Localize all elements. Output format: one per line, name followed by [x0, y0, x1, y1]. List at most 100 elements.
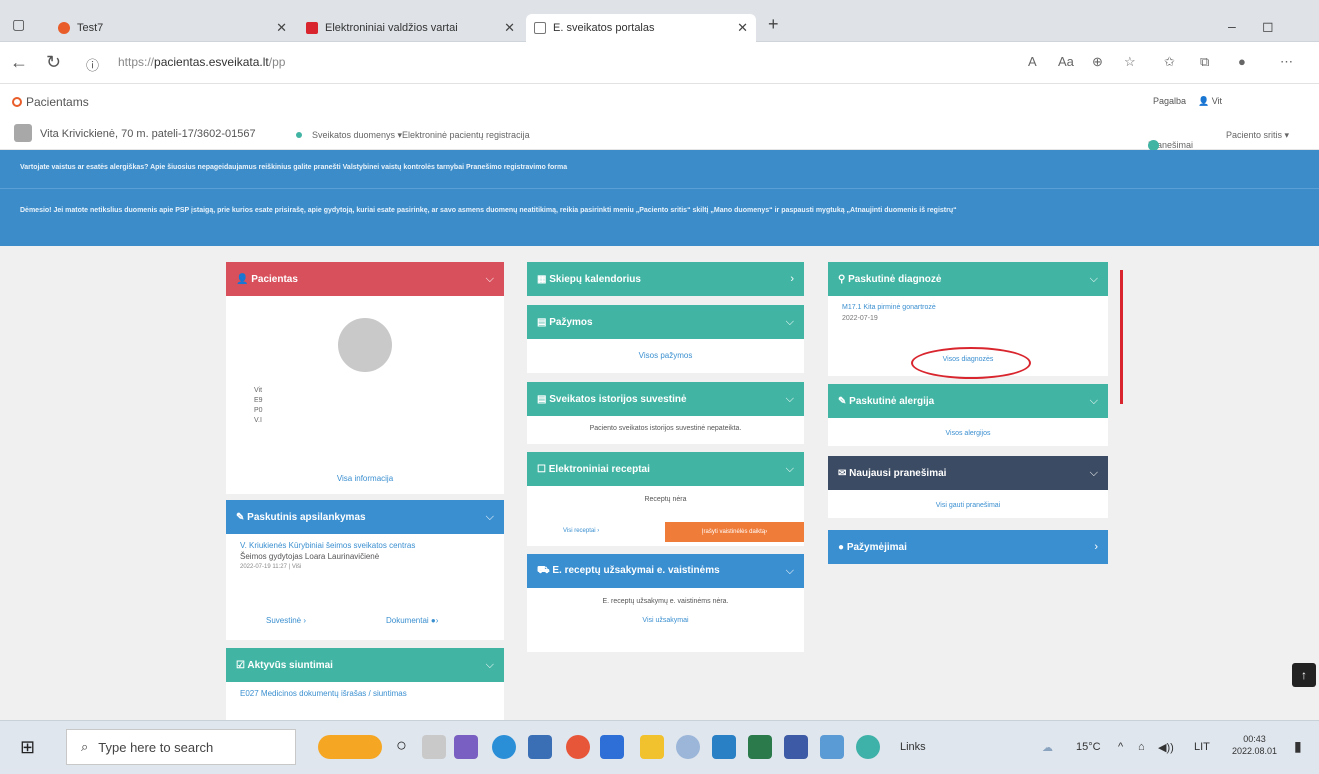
more-icon[interactable]: ⋯	[1280, 54, 1293, 70]
documents-label: Dokumentai	[386, 616, 429, 625]
patient-info: Vit E9 P0 V.I	[254, 386, 263, 426]
clock[interactable]: 00:43 2022.08.01	[1232, 733, 1277, 757]
favorites-icon[interactable]: ✩	[1164, 54, 1175, 70]
back-icon[interactable]: ←	[10, 52, 28, 73]
task-view-icon[interactable]: ○	[396, 735, 420, 759]
weather-temp[interactable]: 15°C	[1076, 741, 1101, 753]
annotation-circle	[911, 347, 1031, 379]
app-icon[interactable]	[856, 735, 880, 759]
chevron-down-icon: ⌵	[785, 462, 794, 475]
clock-time: 00:43	[1243, 734, 1266, 744]
brand-label: Pacientams	[26, 95, 89, 109]
help-link[interactable]: Pagalba	[1153, 96, 1186, 106]
minimize-icon[interactable]: –	[1228, 18, 1236, 34]
new-tab-button[interactable]: +	[768, 14, 779, 35]
menu-health-data[interactable]: Sveikatos duomenys ▾	[312, 130, 402, 141]
close-icon[interactable]: ✕	[276, 20, 287, 36]
notification-icon[interactable]: ▮	[1294, 738, 1302, 755]
chevron-down-icon: ⌵	[485, 510, 494, 523]
info-icon[interactable]: ⓘ	[86, 55, 99, 74]
messages-header[interactable]: ✉ Naujausi pranešimai ⌵	[828, 456, 1108, 490]
user-name: Vita Krivickienė, 70 m. pateli-17/3602-0…	[40, 128, 256, 140]
chevron-down-icon: ⌵	[785, 564, 794, 577]
url-field[interactable]: https://pacientas.esveikata.lt/pp	[118, 50, 1038, 74]
all-prescriptions-link[interactable]: Visi receptai ›	[563, 528, 599, 534]
user-menu[interactable]: 👤 Vit	[1198, 96, 1222, 107]
links-toolbar[interactable]: Links	[900, 741, 926, 753]
volume-icon[interactable]: ◀))	[1158, 741, 1174, 754]
patient-card-header[interactable]: 👤 Pacientas ⌵	[226, 262, 504, 296]
read-aloud-icon[interactable]: A	[1028, 54, 1037, 69]
card-title: Paskutinė diagnozė	[848, 273, 942, 285]
app-icon[interactable]	[422, 735, 446, 759]
orders-header[interactable]: ⛟ E. receptų užsakymai e. vaistinėms ⌵	[527, 554, 804, 588]
certificates-header[interactable]: ● Pažymėjimai ›	[828, 530, 1108, 564]
add-medicine-button[interactable]: Įrašyti vaistinėlės daiktą ›	[665, 522, 804, 542]
diagnosis-header[interactable]: ⚲ Paskutinė diagnozė ⌵	[828, 262, 1108, 296]
messages-all-link[interactable]: Visi gauti pranešimai	[828, 490, 1108, 509]
scroll-top-button[interactable]: ↑	[1292, 663, 1316, 687]
visit-summary-link[interactable]: Suvestinė ›	[266, 616, 306, 625]
card-title: Aktyvūs siuntimai	[247, 659, 333, 671]
visual-studio-icon[interactable]	[454, 735, 478, 759]
word-icon[interactable]	[600, 735, 624, 759]
active-referrals-card: ☑ Aktyvūs siuntimai ⌵ E027 Medicinos doku…	[226, 648, 504, 720]
chrome-icon[interactable]	[566, 735, 590, 759]
active-referrals-header[interactable]: ☑ Aktyvūs siuntimai ⌵	[226, 648, 504, 682]
news-widget-icon[interactable]	[318, 735, 382, 759]
history-header[interactable]: ▤ Sveikatos istorijos suvestinė ⌵	[527, 382, 804, 416]
tab-epaslaugos[interactable]: Elektroniniai valdžios vartai ✕	[298, 14, 523, 42]
zoom-icon[interactable]: ⊕	[1092, 54, 1103, 70]
orders-link[interactable]: Visi užsakymai	[527, 605, 804, 624]
refresh-icon[interactable]: ↻	[46, 52, 61, 73]
allergy-header[interactable]: ✎ Paskutinė alergija ⌵	[828, 384, 1108, 418]
patient-line: V.I	[254, 417, 262, 424]
favorite-icon[interactable]: ☆	[1124, 54, 1136, 70]
close-icon[interactable]: ✕	[504, 20, 515, 36]
patient-card-menu[interactable]: Paciento sritis ▾	[1226, 130, 1289, 141]
chevron-up-icon[interactable]: ^	[1118, 741, 1123, 753]
certificates-card[interactable]: ● Pažymėjimai ›	[828, 530, 1108, 564]
network-icon[interactable]: ⌂	[1138, 741, 1145, 753]
profile-icon[interactable]: ●	[1238, 54, 1246, 69]
mail-icon[interactable]	[712, 735, 736, 759]
card-title: Skiepų kalendorius	[549, 273, 641, 285]
taskbar-search[interactable]: ⌕ Type here to search	[66, 729, 296, 765]
excel-icon[interactable]	[748, 735, 772, 759]
explorer-icon[interactable]	[640, 735, 664, 759]
last-visit-card: ✎ Paskutinis apsilankymas ⌵ V. Kriukienės…	[226, 500, 504, 640]
language-indicator[interactable]: LIT	[1194, 741, 1210, 753]
collections-icon[interactable]: ⧉	[1200, 54, 1209, 70]
vaccination-card[interactable]: ▦ Skiepų kalendorius ›	[527, 262, 804, 296]
diagnosis-code[interactable]: M17.1 Kita pirminė gonartrozė	[842, 302, 1094, 313]
app-icon[interactable]	[784, 735, 808, 759]
paint-icon[interactable]	[820, 735, 844, 759]
app-icon[interactable]	[676, 735, 700, 759]
notes-header[interactable]: ▤ Pažymos ⌵	[527, 305, 804, 339]
card-title: Pažymos	[549, 316, 593, 328]
card-title: Naujausi pranešimai	[849, 467, 947, 479]
tab-test7[interactable]: Test7 ✕	[50, 14, 295, 42]
patient-info-link[interactable]: Visa informacija	[226, 474, 504, 483]
store-icon[interactable]	[528, 735, 552, 759]
chevron-down-icon: ⌵	[1089, 272, 1098, 285]
menu-registration[interactable]: Elektroninė pacientų registracija	[402, 130, 530, 140]
brand-logo[interactable]: Pacientams	[12, 95, 89, 109]
prescriptions-header[interactable]: ☐ Elektroniniai receptai ⌵	[527, 452, 804, 486]
visit-documents-link[interactable]: Dokumentai ●›	[386, 616, 438, 625]
vaccination-header[interactable]: ▦ Skiepų kalendorius ›	[527, 262, 804, 296]
edge-icon[interactable]	[492, 735, 516, 759]
start-icon[interactable]: ⊞	[20, 737, 35, 758]
notes-link[interactable]: Visos pažymos	[527, 339, 804, 360]
tab-esveikata[interactable]: E. sveikatos portalas ✕	[526, 14, 756, 42]
restore-icon[interactable]: ◻	[1262, 18, 1274, 35]
tab-actions-icon[interactable]: ▢	[12, 16, 25, 33]
chevron-down-icon: ⌵	[785, 315, 794, 328]
visit-organization[interactable]: V. Kriukienės Kūrybiniai šeimos sveikato…	[240, 540, 490, 551]
allergies-link[interactable]: Visos alergijos	[828, 418, 1108, 437]
chevron-right-icon: ›	[790, 273, 794, 285]
last-visit-header[interactable]: ✎ Paskutinis apsilankymas ⌵	[226, 500, 504, 534]
close-icon[interactable]: ✕	[737, 20, 748, 36]
referral-item[interactable]: E027 Medicinos dokumentų išrašas / siunt…	[226, 682, 504, 705]
reader-icon[interactable]: Aa	[1058, 54, 1074, 69]
